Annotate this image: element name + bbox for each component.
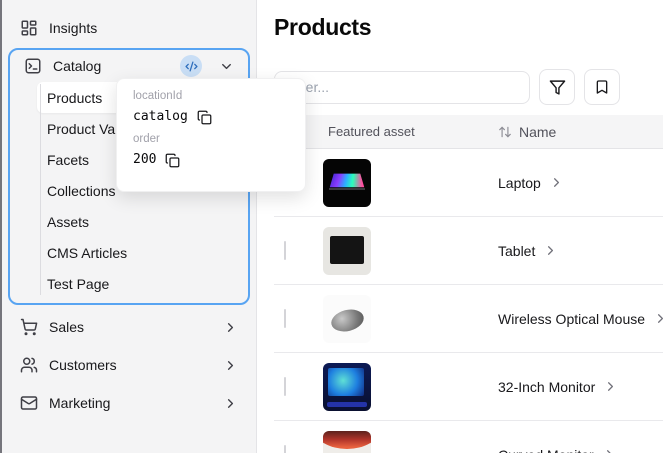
- app-window: Insights Catalog Products Product Varian…: [0, 0, 663, 453]
- copy-icon: [197, 110, 212, 124]
- sidebar-item-label: Catalog: [53, 58, 102, 74]
- table-header-row: Featured asset Name: [274, 115, 663, 149]
- shopping-cart-icon: [20, 318, 38, 336]
- page-title: Products: [274, 14, 372, 40]
- table-row[interactable]: Curved Monitor: [274, 421, 663, 453]
- table-row[interactable]: Laptop: [274, 149, 663, 217]
- dev-mode-tooltip: locationId catalog order 200: [116, 78, 306, 192]
- header-featured-asset: Featured asset: [328, 124, 415, 139]
- products-table: Featured asset Name Laptop Tablet Wirele…: [274, 115, 663, 453]
- product-name-link[interactable]: Laptop: [494, 175, 663, 191]
- sub-item-label: Test Page: [47, 275, 110, 292]
- header-name-sort[interactable]: Name: [494, 124, 663, 140]
- sidebar-item-marketing[interactable]: Marketing: [10, 385, 248, 421]
- product-thumbnail: [323, 362, 371, 411]
- chevron-right-icon: [553, 178, 559, 187]
- copy-button[interactable]: [165, 153, 180, 168]
- sidebar-item-label: Marketing: [49, 395, 111, 411]
- table-row[interactable]: Tablet: [274, 217, 663, 285]
- row-checkbox[interactable]: [284, 240, 286, 260]
- product-name: Laptop: [498, 174, 541, 191]
- header-name-label: Name: [519, 123, 557, 140]
- product-thumbnail: [323, 226, 371, 275]
- sidebar-item-catalog[interactable]: Catalog: [14, 52, 244, 80]
- row-checkbox[interactable]: [284, 308, 286, 328]
- chevron-right-icon: [658, 314, 663, 323]
- chevron-right-icon: [548, 246, 554, 255]
- copy-button[interactable]: [197, 110, 212, 125]
- row-checkbox[interactable]: [284, 376, 286, 396]
- sort-arrows-icon: [499, 126, 511, 137]
- sub-item-label: Assets: [47, 213, 90, 230]
- product-thumbnail: [323, 158, 371, 207]
- table-row[interactable]: Wireless Optical Mouse: [274, 285, 663, 353]
- dev-mode-badge[interactable]: [180, 55, 202, 77]
- sidebar-item-label: Sales: [49, 319, 85, 335]
- sidebar-item-cms-articles[interactable]: CMS Articles: [37, 237, 238, 268]
- sidebar-item-insights[interactable]: Insights: [10, 12, 248, 44]
- chevron-right-icon: [608, 382, 614, 391]
- sub-item-label: CMS Articles: [47, 244, 128, 261]
- product-thumbnail: [323, 294, 371, 343]
- funnel-icon: [549, 79, 565, 95]
- main-content: Products Featured asset Name: [258, 0, 663, 453]
- terminal-square-icon: [25, 58, 41, 74]
- tooltip-field-value: 200: [133, 152, 157, 167]
- sidebar-item-assets[interactable]: Assets: [37, 206, 238, 237]
- filter-input[interactable]: [274, 70, 530, 104]
- bookmark-button[interactable]: [584, 69, 620, 105]
- sidebar: Insights Catalog Products Product Varian…: [0, 0, 257, 453]
- sidebar-item-customers[interactable]: Customers: [10, 347, 248, 383]
- chevron-right-icon: [227, 360, 234, 370]
- sub-item-label: Collections: [47, 182, 116, 199]
- toolbar: [274, 69, 663, 105]
- product-name: Tablet: [498, 242, 536, 259]
- row-checkbox[interactable]: [284, 444, 286, 453]
- chevron-down-icon: [222, 63, 231, 69]
- product-name: Wireless Optical Mouse: [498, 310, 646, 327]
- sidebar-item-sales[interactable]: Sales: [10, 309, 248, 345]
- copy-icon: [166, 153, 180, 167]
- chevron-right-icon: [227, 398, 234, 408]
- product-name-link[interactable]: Tablet: [494, 243, 663, 259]
- sidebar-item-label: Insights: [49, 20, 98, 36]
- sub-item-label: Facets: [47, 151, 90, 168]
- users-icon: [20, 357, 38, 373]
- tooltip-field-label: order: [133, 133, 160, 145]
- chevron-right-icon: [227, 322, 234, 332]
- tooltip-field-value: catalog: [133, 109, 188, 124]
- bookmark-icon: [596, 80, 608, 94]
- product-name-link[interactable]: Wireless Optical Mouse: [494, 311, 663, 327]
- product-name: 32-Inch Monitor: [498, 378, 596, 395]
- chevron-right-icon: [606, 450, 611, 453]
- product-name-link[interactable]: Curved Monitor: [494, 447, 663, 453]
- product-thumbnail: [323, 430, 371, 453]
- product-name: Curved Monitor: [498, 447, 594, 453]
- sidebar-bottom-nav: Sales Customers Marketing: [2, 309, 256, 421]
- product-name-link[interactable]: 32-Inch Monitor: [494, 379, 663, 395]
- filter-button[interactable]: [539, 69, 575, 105]
- table-row[interactable]: 32-Inch Monitor: [274, 353, 663, 421]
- mail-icon: [20, 396, 38, 410]
- sub-item-label: Products: [47, 89, 103, 106]
- sidebar-item-label: Customers: [49, 357, 117, 373]
- dashboard-grid-icon: [21, 20, 37, 36]
- sidebar-item-test-page[interactable]: Test Page: [37, 268, 238, 299]
- tooltip-field-label: locationId: [133, 90, 183, 102]
- code-icon: [184, 61, 198, 71]
